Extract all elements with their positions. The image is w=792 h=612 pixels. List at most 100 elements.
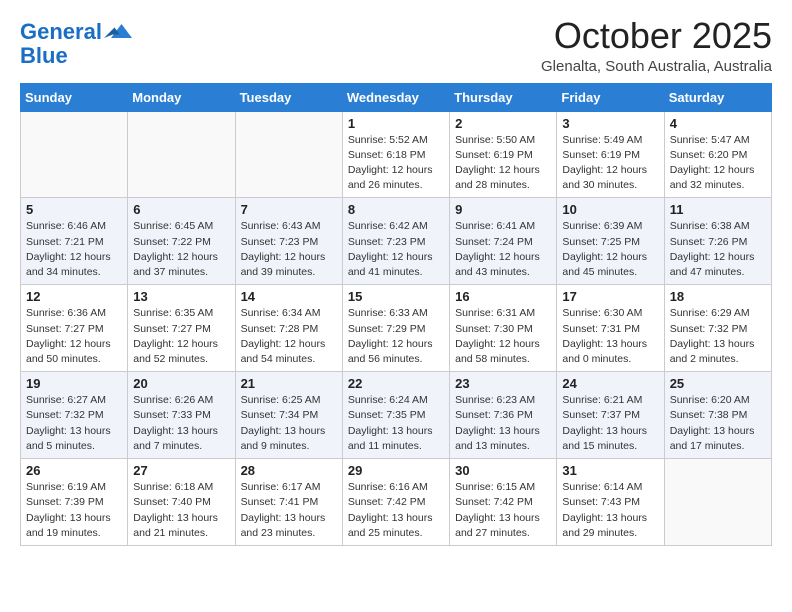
col-thursday: Thursday — [450, 83, 557, 111]
calendar-cell: 30 Sunrise: 6:15 AM Sunset: 7:42 PM Dayli… — [450, 459, 557, 546]
day-number: 16 — [455, 289, 551, 304]
col-sunday: Sunday — [21, 83, 128, 111]
day-info: Sunrise: 6:34 AM Sunset: 7:28 PM Dayligh… — [241, 306, 337, 367]
day-number: 15 — [348, 289, 444, 304]
col-friday: Friday — [557, 83, 664, 111]
day-info: Sunrise: 6:17 AM Sunset: 7:41 PM Dayligh… — [241, 480, 337, 541]
calendar-cell: 12 Sunrise: 6:36 AM Sunset: 7:27 PM Dayli… — [21, 285, 128, 372]
page-container: General Blue October 2025 Glenalta, Sout… — [0, 0, 792, 562]
calendar-cell: 6 Sunrise: 6:45 AM Sunset: 7:22 PM Daylig… — [128, 198, 235, 285]
day-info: Sunrise: 6:45 AM Sunset: 7:22 PM Dayligh… — [133, 219, 229, 280]
calendar-cell: 22Sunrise: 6:24 AM Sunset: 7:35 PM Dayli… — [342, 372, 449, 459]
day-number: 23 — [455, 376, 551, 391]
calendar-cell: 25Sunrise: 6:20 AM Sunset: 7:38 PM Dayli… — [664, 372, 771, 459]
day-info: Sunrise: 6:35 AM Sunset: 7:27 PM Dayligh… — [133, 306, 229, 367]
day-number: 2 — [455, 116, 551, 131]
day-number: 30 — [455, 463, 551, 478]
day-number: 19 — [26, 376, 122, 391]
day-info: Sunrise: 6:20 AM Sunset: 7:38 PM Dayligh… — [670, 393, 766, 454]
calendar-cell: 16 Sunrise: 6:31 AM Sunset: 7:30 PM Dayli… — [450, 285, 557, 372]
day-number: 9 — [455, 202, 551, 217]
calendar-cell: 11Sunrise: 6:38 AM Sunset: 7:26 PM Dayli… — [664, 198, 771, 285]
calendar-cell: 14Sunrise: 6:34 AM Sunset: 7:28 PM Dayli… — [235, 285, 342, 372]
calendar-cell: 24Sunrise: 6:21 AM Sunset: 7:37 PM Dayli… — [557, 372, 664, 459]
day-info: Sunrise: 5:49 AM Sunset: 6:19 PM Dayligh… — [562, 133, 658, 194]
day-info: Sunrise: 6:24 AM Sunset: 7:35 PM Dayligh… — [348, 393, 444, 454]
calendar-week-row: 19 Sunrise: 6:27 AM Sunset: 7:32 PM Dayli… — [21, 372, 772, 459]
page-header: General Blue October 2025 Glenalta, Sout… — [20, 16, 772, 75]
day-info: Sunrise: 6:25 AM Sunset: 7:34 PM Dayligh… — [241, 393, 337, 454]
day-info: Sunrise: 6:33 AM Sunset: 7:29 PM Dayligh… — [348, 306, 444, 367]
calendar-cell — [664, 459, 771, 546]
calendar-cell: 17 Sunrise: 6:30 AM Sunset: 7:31 PM Dayli… — [557, 285, 664, 372]
calendar-cell: 21 Sunrise: 6:25 AM Sunset: 7:34 PM Dayli… — [235, 372, 342, 459]
calendar-cell: 4 Sunrise: 5:47 AM Sunset: 6:20 PM Daylig… — [664, 111, 771, 198]
day-number: 12 — [26, 289, 122, 304]
logo-text: General — [20, 20, 102, 44]
day-number: 27 — [133, 463, 229, 478]
logo-icon — [104, 20, 132, 42]
day-info: Sunrise: 6:43 AM Sunset: 7:23 PM Dayligh… — [241, 219, 337, 280]
day-number: 17 — [562, 289, 658, 304]
day-number: 10 — [562, 202, 658, 217]
day-info: Sunrise: 6:15 AM Sunset: 7:42 PM Dayligh… — [455, 480, 551, 541]
day-info: Sunrise: 5:52 AM Sunset: 6:18 PM Dayligh… — [348, 133, 444, 194]
day-info: Sunrise: 6:16 AM Sunset: 7:42 PM Dayligh… — [348, 480, 444, 541]
day-info: Sunrise: 6:26 AM Sunset: 7:33 PM Dayligh… — [133, 393, 229, 454]
calendar-cell: 10 Sunrise: 6:39 AM Sunset: 7:25 PM Dayli… — [557, 198, 664, 285]
day-info: Sunrise: 6:39 AM Sunset: 7:25 PM Dayligh… — [562, 219, 658, 280]
calendar-table: Sunday Monday Tuesday Wednesday Thursday… — [20, 83, 772, 546]
day-number: 8 — [348, 202, 444, 217]
day-number: 28 — [241, 463, 337, 478]
col-wednesday: Wednesday — [342, 83, 449, 111]
day-info: Sunrise: 6:46 AM Sunset: 7:21 PM Dayligh… — [26, 219, 122, 280]
calendar-cell — [235, 111, 342, 198]
day-info: Sunrise: 6:23 AM Sunset: 7:36 PM Dayligh… — [455, 393, 551, 454]
day-info: Sunrise: 6:36 AM Sunset: 7:27 PM Dayligh… — [26, 306, 122, 367]
day-number: 6 — [133, 202, 229, 217]
title-block: October 2025 Glenalta, South Australia, … — [541, 16, 772, 75]
calendar-cell: 31 Sunrise: 6:14 AM Sunset: 7:43 PM Dayli… — [557, 459, 664, 546]
calendar-cell: 20 Sunrise: 6:26 AM Sunset: 7:33 PM Dayli… — [128, 372, 235, 459]
logo-line1: General — [20, 19, 102, 44]
day-info: Sunrise: 6:29 AM Sunset: 7:32 PM Dayligh… — [670, 306, 766, 367]
day-info: Sunrise: 6:14 AM Sunset: 7:43 PM Dayligh… — [562, 480, 658, 541]
location-subtitle: Glenalta, South Australia, Australia — [541, 58, 772, 75]
day-number: 29 — [348, 463, 444, 478]
day-number: 31 — [562, 463, 658, 478]
day-info: Sunrise: 6:27 AM Sunset: 7:32 PM Dayligh… — [26, 393, 122, 454]
calendar-cell: 3 Sunrise: 5:49 AM Sunset: 6:19 PM Daylig… — [557, 111, 664, 198]
calendar-cell: 28 Sunrise: 6:17 AM Sunset: 7:41 PM Dayli… — [235, 459, 342, 546]
day-number: 7 — [241, 202, 337, 217]
calendar-cell: 15 Sunrise: 6:33 AM Sunset: 7:29 PM Dayli… — [342, 285, 449, 372]
day-number: 21 — [241, 376, 337, 391]
calendar-week-row: 26Sunrise: 6:19 AM Sunset: 7:39 PM Dayli… — [21, 459, 772, 546]
day-info: Sunrise: 6:31 AM Sunset: 7:30 PM Dayligh… — [455, 306, 551, 367]
calendar-cell — [128, 111, 235, 198]
day-number: 20 — [133, 376, 229, 391]
calendar-header-row: Sunday Monday Tuesday Wednesday Thursday… — [21, 83, 772, 111]
calendar-cell: 19 Sunrise: 6:27 AM Sunset: 7:32 PM Dayli… — [21, 372, 128, 459]
day-number: 24 — [562, 376, 658, 391]
calendar-cell: 9Sunrise: 6:41 AM Sunset: 7:24 PM Daylig… — [450, 198, 557, 285]
day-number: 18 — [670, 289, 766, 304]
day-number: 13 — [133, 289, 229, 304]
calendar-cell: 7 Sunrise: 6:43 AM Sunset: 7:23 PM Daylig… — [235, 198, 342, 285]
day-info: Sunrise: 6:30 AM Sunset: 7:31 PM Dayligh… — [562, 306, 658, 367]
calendar-week-row: 5 Sunrise: 6:46 AM Sunset: 7:21 PM Daylig… — [21, 198, 772, 285]
day-info: Sunrise: 5:47 AM Sunset: 6:20 PM Dayligh… — [670, 133, 766, 194]
day-number: 5 — [26, 202, 122, 217]
calendar-cell: 2Sunrise: 5:50 AM Sunset: 6:19 PM Daylig… — [450, 111, 557, 198]
calendar-cell: 29 Sunrise: 6:16 AM Sunset: 7:42 PM Dayli… — [342, 459, 449, 546]
calendar-cell: 8 Sunrise: 6:42 AM Sunset: 7:23 PM Daylig… — [342, 198, 449, 285]
day-info: Sunrise: 6:42 AM Sunset: 7:23 PM Dayligh… — [348, 219, 444, 280]
day-number: 4 — [670, 116, 766, 131]
calendar-cell — [21, 111, 128, 198]
day-number: 3 — [562, 116, 658, 131]
col-monday: Monday — [128, 83, 235, 111]
calendar-cell: 27 Sunrise: 6:18 AM Sunset: 7:40 PM Dayli… — [128, 459, 235, 546]
day-info: Sunrise: 6:19 AM Sunset: 7:39 PM Dayligh… — [26, 480, 122, 541]
calendar-cell: 23 Sunrise: 6:23 AM Sunset: 7:36 PM Dayli… — [450, 372, 557, 459]
calendar-cell: 26Sunrise: 6:19 AM Sunset: 7:39 PM Dayli… — [21, 459, 128, 546]
day-info: Sunrise: 6:18 AM Sunset: 7:40 PM Dayligh… — [133, 480, 229, 541]
